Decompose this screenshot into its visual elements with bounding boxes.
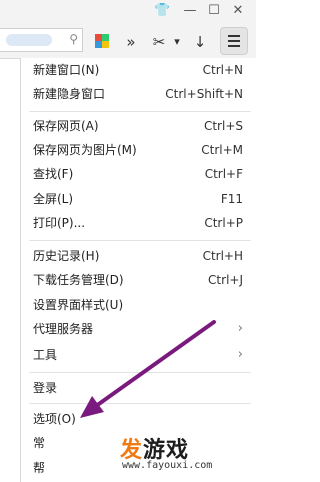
menu-item-interface-style[interactable]: 设置界面样式(U): [21, 294, 257, 316]
menu-item-shortcut: Ctrl+N: [202, 63, 243, 77]
menu-item-tools[interactable]: 工具 ›: [21, 344, 257, 366]
menu-item-proxy-server[interactable]: 代理服务器 ›: [21, 318, 257, 340]
menu-item-shortcut: Ctrl+H: [202, 249, 243, 263]
scissors-icon[interactable]: ✂: [150, 32, 168, 52]
menu-item-print[interactable]: 打印(P)... Ctrl+P: [21, 212, 257, 234]
menu-item-label: 工具: [33, 348, 58, 362]
menu-item-shortcut: Ctrl+F: [204, 167, 243, 181]
submenu-arrow-icon: ›: [237, 321, 243, 336]
menu-item-download-manager[interactable]: 下载任务管理(D) Ctrl+J: [21, 269, 257, 291]
download-icon[interactable]: ↓: [192, 32, 208, 52]
menu-bar-line: [228, 40, 240, 42]
close-button[interactable]: ✕: [230, 3, 246, 19]
menu-item-fullscreen[interactable]: 全屏(L) F11: [21, 188, 257, 210]
menu-item-label: 常: [33, 436, 46, 450]
menu-item-shortcut: Ctrl+P: [204, 216, 243, 230]
menu-item-shortcut: F11: [220, 192, 243, 206]
menu-bar-line: [228, 45, 240, 47]
menu-item-label: 保存网页为图片(M): [33, 143, 137, 157]
menu-item-label: 新建隐身窗口: [33, 87, 106, 101]
submenu-arrow-icon: ›: [237, 347, 243, 362]
menu-item-shortcut: Ctrl+M: [201, 143, 243, 157]
menu-item-label: 代理服务器: [33, 322, 94, 336]
menu-separator: [29, 111, 251, 112]
cut-dropdown-icon[interactable]: ▾: [172, 32, 182, 52]
menu-bar-line: [228, 35, 240, 37]
menu-item-shortcut: Ctrl+S: [203, 119, 243, 133]
menu-item-new-incognito-window[interactable]: 新建隐身窗口 Ctrl+Shift+N: [21, 83, 257, 105]
title-bar: 👕 — ☐ ✕: [0, 0, 256, 24]
skin-icon[interactable]: 👕: [154, 3, 170, 19]
menu-item-label: 查找(F): [33, 167, 74, 181]
menu-separator: [29, 372, 251, 373]
menu-item-label: 下载任务管理(D): [33, 273, 124, 287]
menu-item-label: 帮: [33, 461, 46, 475]
address-bar[interactable]: ⚲: [0, 28, 83, 52]
main-menu-button[interactable]: [220, 27, 248, 55]
menu-separator: [29, 403, 251, 404]
menu-item-label: 登录: [33, 381, 58, 395]
menu-separator: [29, 240, 251, 241]
dropdown-menu: 新建窗口(N) Ctrl+N 新建隐身窗口 Ctrl+Shift+N 保存网页(…: [20, 58, 257, 482]
search-icon[interactable]: ⚲: [69, 32, 78, 46]
menu-item-label: 全屏(L): [33, 192, 74, 206]
watermark: 发游戏 www.fayouxi.com: [116, 432, 256, 482]
more-extensions-icon[interactable]: »: [124, 32, 138, 52]
watermark-url: www.fayouxi.com: [122, 460, 213, 471]
menu-item-label: 设置界面样式(U): [33, 298, 124, 312]
menu-item-label: 打印(P)...: [33, 216, 86, 230]
menu-item-options[interactable]: 选项(O): [21, 408, 257, 430]
apps-grid-icon[interactable]: [95, 34, 109, 48]
menu-item-label: 历史记录(H): [33, 249, 100, 263]
address-text-blurred: [6, 34, 52, 46]
menu-item-find[interactable]: 查找(F) Ctrl+F: [21, 163, 257, 185]
maximize-button[interactable]: ☐: [206, 3, 222, 19]
menu-item-login[interactable]: 登录: [21, 377, 257, 399]
menu-item-label: 保存网页(A): [33, 119, 99, 133]
menu-item-save-page[interactable]: 保存网页(A) Ctrl+S: [21, 115, 257, 137]
toolbar: ⚲ » ✂ ▾ ↓: [0, 24, 256, 59]
menu-item-history[interactable]: 历史记录(H) Ctrl+H: [21, 245, 257, 267]
menu-item-shortcut: Ctrl+Shift+N: [165, 87, 243, 101]
menu-item-shortcut: Ctrl+J: [208, 273, 243, 287]
menu-item-label: 选项(O): [33, 412, 76, 426]
menu-item-label: 新建窗口(N): [33, 63, 100, 77]
menu-item-new-window[interactable]: 新建窗口(N) Ctrl+N: [21, 59, 257, 81]
menu-item-save-page-as-image[interactable]: 保存网页为图片(M) Ctrl+M: [21, 139, 257, 161]
minimize-button[interactable]: —: [182, 3, 198, 19]
